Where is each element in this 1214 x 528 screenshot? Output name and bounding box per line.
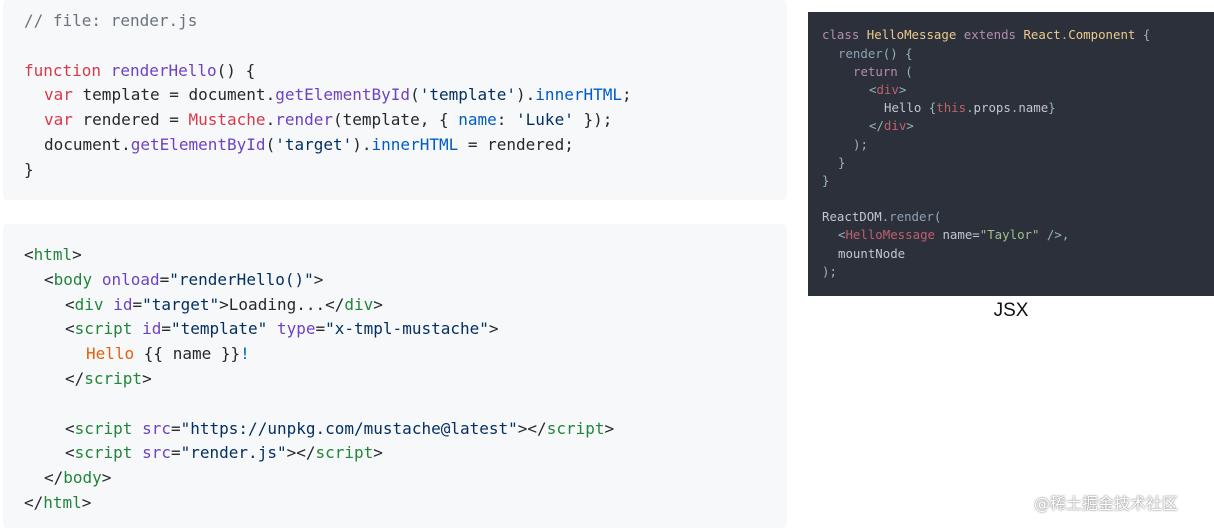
code-line: </div> [869,118,914,134]
code-line: </script> [65,368,152,388]
html-code-block: <html> <body onload="renderHello()"> <div … [3,224,787,528]
code-line: mountNode [838,245,906,261]
code-line: var template = document.getElementById('… [44,85,632,105]
code-line: Hello {{ name }}! [86,344,250,364]
code-line: return ( [853,63,913,79]
code-line: document.getElementById('target').innerH… [44,134,574,154]
code-line: <body onload="renderHello()"> [44,269,324,289]
code-line: ReactDOM.render( [822,209,942,225]
code-line: render() { [838,45,913,61]
code-line: <script id="template" type="x-tmpl-musta… [65,319,499,339]
jsx-code-block: class HelloMessage extends React.Compone… [808,12,1214,297]
code-line: </body> [44,468,112,488]
code-line: <script src="render.js"></script> [65,443,383,463]
code-line: <HelloMessage name="Taylor" />, [838,227,1070,243]
code-line: Hello {this.props.name} [884,100,1056,116]
code-line: function renderHello() { [24,60,256,80]
jsx-caption: JSX [993,300,1029,321]
code-line: ); [853,136,868,152]
code-line: class HelloMessage extends React.Compone… [822,27,1151,43]
code-line: } [822,172,830,188]
code-line: ); [822,263,837,279]
code-line: var rendered = Mustache.render(template,… [44,110,613,130]
js-code-block: // file: render.js function renderHello()… [3,0,787,200]
code-line: // file: render.js [24,11,198,30]
code-line: } [24,159,34,179]
code-line: </html> [24,492,92,512]
watermark: @稀土掘金技术社区 [1034,494,1179,513]
code-line: <script src="https://unpkg.com/mustache@… [65,418,615,438]
code-line: <div id="target">Loading...</div> [65,294,383,314]
code-line: <div> [869,81,907,97]
code-line: } [838,154,846,170]
code-line: <html> [24,245,82,264]
